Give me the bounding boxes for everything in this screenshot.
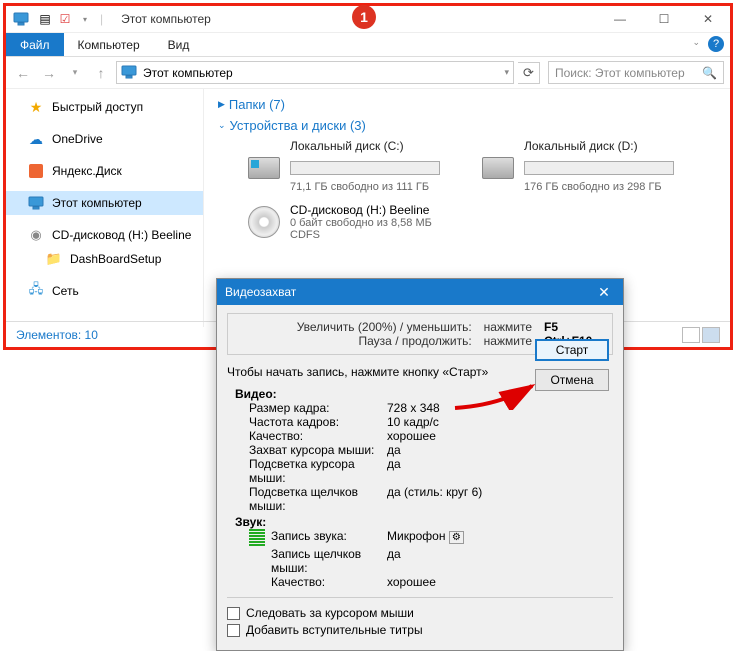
- network-icon: 🖧: [28, 283, 44, 299]
- expand-ribbon-icon[interactable]: ⌄: [692, 37, 700, 48]
- drive-c[interactable]: Локальный диск (C:) 71,1 ГБ свободно из …: [248, 139, 458, 193]
- section-devices[interactable]: ⌄Устройства и диски (3): [218, 118, 716, 133]
- nav-cd-drive[interactable]: ◉CD-дисковод (H:) Beeline: [6, 223, 203, 247]
- drive-c-free: 71,1 ГБ свободно из 111 ГБ: [290, 181, 458, 193]
- search-icon: 🔍: [702, 66, 717, 80]
- path-field[interactable]: Этот компьютер ▾: [116, 61, 514, 84]
- drive-cd-free: 0 байт свободно из 8,58 МБ: [290, 217, 432, 229]
- drive-d[interactable]: Локальный диск (D:) 176 ГБ свободно из 2…: [482, 139, 692, 193]
- yandex-icon: [28, 163, 44, 179]
- start-button[interactable]: Старт: [535, 339, 609, 361]
- qat-dropdown-icon[interactable]: ▾: [76, 10, 94, 28]
- nav-yandex-disk[interactable]: Яндекс.Диск: [6, 159, 203, 183]
- drive-d-label: Локальный диск (D:): [524, 139, 692, 153]
- cancel-button[interactable]: Отмена: [535, 369, 609, 391]
- tab-computer[interactable]: Компьютер: [64, 33, 154, 56]
- path-text: Этот компьютер: [143, 66, 233, 80]
- nav-dashboard-setup[interactable]: 📁DashBoardSetup: [6, 247, 203, 271]
- help-icon[interactable]: ?: [708, 36, 724, 52]
- drive-cd-label: CD-дисковод (H:) Beeline: [290, 203, 432, 217]
- qat-properties-icon[interactable]: ▤: [36, 10, 54, 28]
- cloud-icon: ☁: [28, 131, 44, 147]
- back-button[interactable]: ←: [12, 62, 34, 84]
- address-bar: ← → ▾ ↑ Этот компьютер ▾ ⟳ Поиск: Этот к…: [6, 57, 730, 89]
- follow-cursor-checkbox[interactable]: Следовать за курсором мыши: [227, 606, 613, 620]
- star-icon: ★: [28, 99, 44, 115]
- video-capture-dialog: Видеозахват ✕ Увеличить (200%) / уменьши…: [216, 278, 624, 651]
- refresh-button[interactable]: ⟳: [518, 62, 540, 84]
- dialog-titlebar: Видеозахват ✕: [217, 279, 623, 305]
- nav-this-pc[interactable]: Этот компьютер: [6, 191, 203, 215]
- hdd-icon: [482, 157, 514, 179]
- dialog-close-button[interactable]: ✕: [593, 282, 615, 302]
- chevron-right-icon: ▶: [218, 99, 225, 110]
- nav-network[interactable]: 🖧Сеть: [6, 279, 203, 303]
- tab-view[interactable]: Вид: [154, 33, 204, 56]
- window-title: Этот компьютер: [121, 12, 211, 26]
- drive-cd[interactable]: CD-дисковод (H:) Beeline 0 байт свободно…: [248, 203, 458, 241]
- folder-icon: 📁: [46, 251, 62, 267]
- nav-quick-access[interactable]: ★Быстрый доступ: [6, 95, 203, 119]
- view-switcher[interactable]: [682, 327, 720, 343]
- status-count: Элементов: 10: [16, 328, 98, 342]
- intro-titles-checkbox[interactable]: Добавить вступительные титры: [227, 623, 613, 637]
- disc-icon: ◉: [28, 227, 44, 243]
- up-button[interactable]: ↑: [90, 62, 112, 84]
- tab-file[interactable]: Файл: [6, 33, 64, 56]
- qat-checkbox-icon[interactable]: ☑: [56, 10, 74, 28]
- section-folders[interactable]: ▶Папки (7): [218, 97, 716, 112]
- forward-button[interactable]: →: [38, 62, 60, 84]
- drive-c-label: Локальный диск (C:): [290, 139, 458, 153]
- close-button[interactable]: ✕: [686, 6, 730, 33]
- chevron-down-icon: ⌄: [218, 120, 226, 131]
- annotation-badge-1: 1: [352, 5, 376, 29]
- recent-dropdown[interactable]: ▾: [64, 62, 86, 84]
- drive-cd-fs: CDFS: [290, 229, 432, 241]
- cd-icon: [248, 206, 280, 238]
- nav-tree: ★Быстрый доступ ☁OneDrive Яндекс.Диск Эт…: [6, 89, 204, 327]
- maximize-button[interactable]: ☐: [642, 6, 686, 33]
- nav-onedrive[interactable]: ☁OneDrive: [6, 127, 203, 151]
- pc-icon: [28, 195, 44, 211]
- hdd-icon: [248, 157, 280, 179]
- mic-settings-icon[interactable]: ⚙: [449, 531, 464, 544]
- drive-d-free: 176 ГБ свободно из 298 ГБ: [524, 181, 692, 193]
- audio-header: Звук:: [235, 515, 613, 529]
- drive-c-bar: [290, 161, 440, 175]
- dialog-title: Видеозахват: [225, 285, 296, 299]
- search-field[interactable]: Поиск: Этот компьютер 🔍: [548, 61, 724, 84]
- search-placeholder: Поиск: Этот компьютер: [555, 66, 685, 80]
- drive-d-bar: [524, 161, 674, 175]
- audio-meter-icon: [249, 529, 265, 547]
- ribbon-tabs: Файл Компьютер Вид ⌄ ?: [6, 33, 730, 57]
- minimize-button[interactable]: ―: [598, 6, 642, 33]
- app-icon: [10, 8, 32, 30]
